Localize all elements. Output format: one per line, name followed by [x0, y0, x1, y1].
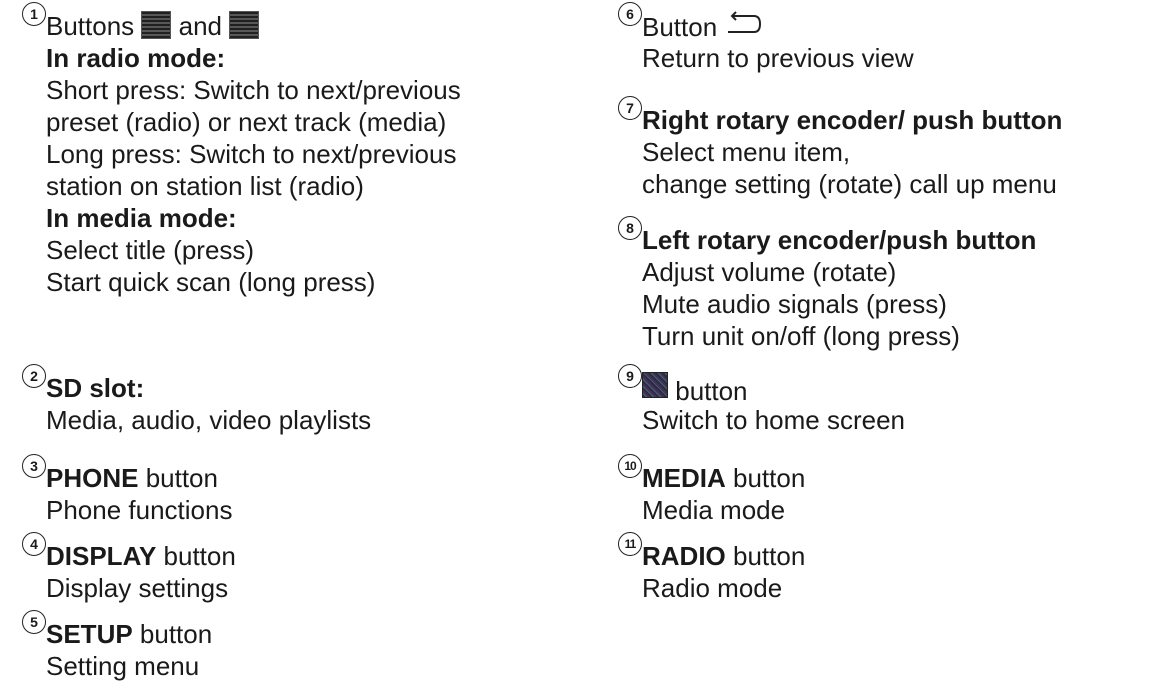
item-10-desc: Media mode [642, 495, 786, 525]
item-3-desc: Phone functions [46, 495, 233, 525]
item-4-desc: Display settings [46, 573, 229, 603]
item-number: 9 [618, 364, 642, 388]
item-8-title: Left rotary encoder/push button [642, 225, 1037, 255]
item-number: 4 [22, 532, 46, 556]
item-5-desc: Setting menu [46, 651, 200, 681]
item-number: 11 [618, 532, 642, 556]
radio-mode-heading: In radio mode: [46, 43, 226, 73]
item-8-desc-1: Adjust volume (rotate) [642, 257, 897, 287]
radio-mode-line-3: Long press: Switch to next/previous [46, 139, 457, 169]
radio-mode-line-2: preset (radio) or next track (media) [46, 107, 447, 137]
item-number: 2 [22, 364, 46, 388]
media-mode-heading: In media mode: [46, 203, 237, 233]
item-7-desc-2: change setting (rotate) call up menu [642, 169, 1057, 199]
radio-mode-line-4: station on station list (radio) [46, 171, 364, 201]
item-9-label: button [675, 376, 748, 406]
item-number: 10 [618, 454, 642, 478]
item-8-desc-2: Mute audio signals (press) [642, 289, 947, 319]
item-10-title: MEDIA [642, 463, 726, 493]
item-1-label: Buttons [46, 11, 135, 41]
media-mode-line-1: Select title (press) [46, 235, 255, 265]
item-11-desc: Radio mode [642, 573, 783, 603]
item-7-title: Right rotary encoder/ push button [642, 105, 1063, 135]
item-7-desc-1: Select menu item, [642, 137, 851, 167]
item-number: 7 [618, 96, 642, 120]
item-5-suffix: button [132, 619, 213, 649]
item-6-desc: Return to previous view [642, 43, 914, 73]
radio-mode-line-1: Short press: Switch to next/previous [46, 75, 461, 105]
item-number: 8 [618, 216, 642, 240]
item-number: 3 [22, 454, 46, 478]
item-11-suffix: button [725, 541, 806, 571]
item-1-and: and [178, 11, 223, 41]
home-button-icon [642, 372, 668, 398]
item-3-suffix: button [138, 463, 218, 493]
media-mode-line-2: Start quick scan (long press) [46, 267, 376, 297]
item-number: 5 [22, 610, 46, 634]
item-2-title: SD slot: [46, 373, 145, 403]
item-3-title: PHONE [46, 463, 139, 493]
item-number: 1 [22, 2, 46, 26]
item-9-desc: Switch to home screen [642, 405, 906, 435]
back-arrow-icon [728, 11, 762, 33]
item-number: 6 [618, 2, 642, 26]
item-5-title: SETUP [46, 619, 133, 649]
item-8-desc-3: Turn unit on/off (long press) [642, 321, 960, 351]
item-4-title: DISPLAY [46, 541, 157, 571]
item-6-label: Button [642, 12, 718, 42]
item-11-title: RADIO [642, 541, 726, 571]
seek-button-icon [229, 11, 260, 39]
seek-button-icon [141, 11, 172, 39]
item-2-desc: Media, audio, video playlists [46, 405, 372, 435]
item-4-suffix: button [156, 541, 236, 571]
item-10-suffix: button [725, 463, 806, 493]
